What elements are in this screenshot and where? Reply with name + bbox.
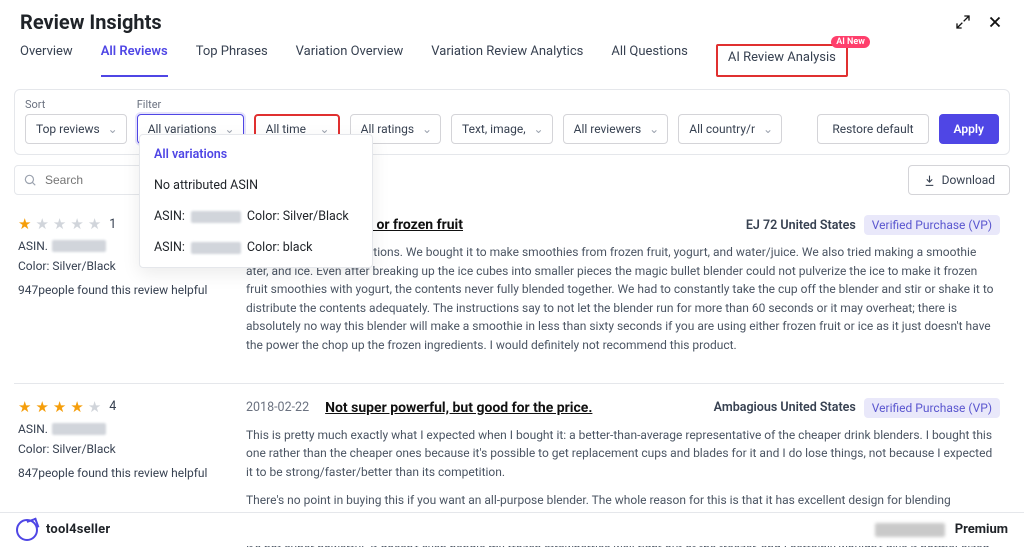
download-button[interactable]: Download: [908, 165, 1010, 195]
brand-name: tool4seller: [46, 522, 110, 537]
country-select[interactable]: All country/r ⌄: [678, 114, 782, 144]
reviewer-name: EJ 72 United States: [746, 218, 856, 233]
sort-label: Sort: [25, 98, 127, 111]
review-asin: ASIN.: [18, 422, 228, 436]
tab-all-questions[interactable]: All Questions: [611, 44, 687, 77]
tab-ai-review-analysis[interactable]: AI Review Analysis AI New: [716, 44, 848, 77]
tab-variation-overview[interactable]: Variation Overview: [296, 44, 404, 77]
dropdown-option-no-asin[interactable]: No attributed ASIN: [140, 170, 372, 201]
dropdown-option-asin-1[interactable]: ASIN: Color: Silver/Black: [140, 201, 372, 232]
plan-tier: Premium: [955, 522, 1008, 537]
page-title: Review Insights: [20, 10, 162, 34]
tab-ai-label: AI Review Analysis: [728, 50, 836, 65]
search-icon: [23, 173, 37, 187]
tab-variation-review-analytics[interactable]: Variation Review Analytics: [431, 44, 583, 77]
restore-default-button[interactable]: Restore default: [817, 114, 928, 144]
ai-new-badge: AI New: [831, 36, 870, 48]
redacted-asin: [52, 423, 106, 435]
helpful-count: 847people found this review helpful: [18, 466, 228, 480]
tab-all-reviews[interactable]: All Reviews: [101, 44, 168, 77]
tab-top-phrases[interactable]: Top Phrases: [196, 44, 268, 77]
footer: tool4seller Premium: [0, 512, 1024, 546]
review-title[interactable]: Not super powerful, but good for the pri…: [325, 400, 592, 416]
review-date: 2018-02-22: [246, 400, 309, 415]
chevron-down-icon: ⌄: [422, 122, 432, 136]
reviewer-name: Ambagious United States: [714, 400, 856, 415]
brand-logo-icon: [16, 519, 38, 541]
tab-overview[interactable]: Overview: [20, 44, 73, 77]
chevron-down-icon: ⌄: [649, 122, 659, 136]
dropdown-option-asin-2[interactable]: ASIN: Color: black: [140, 232, 372, 263]
reviewers-select[interactable]: All reviewers ⌄: [563, 114, 669, 144]
filter-label: Filter: [137, 98, 782, 111]
close-icon[interactable]: [986, 13, 1004, 31]
verified-purchase-badge: Verified Purchase (VP): [864, 215, 1000, 235]
verified-purchase-badge: Verified Purchase (VP): [864, 398, 1000, 418]
apply-button[interactable]: Apply: [939, 114, 999, 144]
helpful-count: 947people found this review helpful: [18, 283, 228, 297]
dropdown-option-all-variations[interactable]: All variations: [140, 139, 372, 170]
expand-icon[interactable]: [954, 13, 972, 31]
chevron-down-icon: ⌄: [763, 122, 773, 136]
redacted-footer: [875, 523, 945, 537]
redacted-asin: [52, 240, 106, 252]
redacted-asin: [191, 242, 241, 254]
download-icon: [923, 174, 936, 187]
filter-bar: Sort Top reviews ⌄ Filter All variations…: [14, 89, 1010, 155]
star-rating: ★★★★★ 4: [18, 398, 228, 416]
sort-select[interactable]: Top reviews ⌄: [25, 114, 127, 144]
chevron-down-icon: ⌄: [108, 122, 118, 136]
tabs: Overview All Reviews Top Phrases Variati…: [0, 38, 1024, 77]
media-select[interactable]: Text, image, ⌄: [451, 114, 553, 144]
chevron-down-icon: ⌄: [534, 122, 544, 136]
review-color: Color: Silver/Black: [18, 442, 228, 456]
variation-dropdown: All variations No attributed ASIN ASIN: …: [139, 134, 373, 268]
redacted-asin: [191, 211, 241, 223]
